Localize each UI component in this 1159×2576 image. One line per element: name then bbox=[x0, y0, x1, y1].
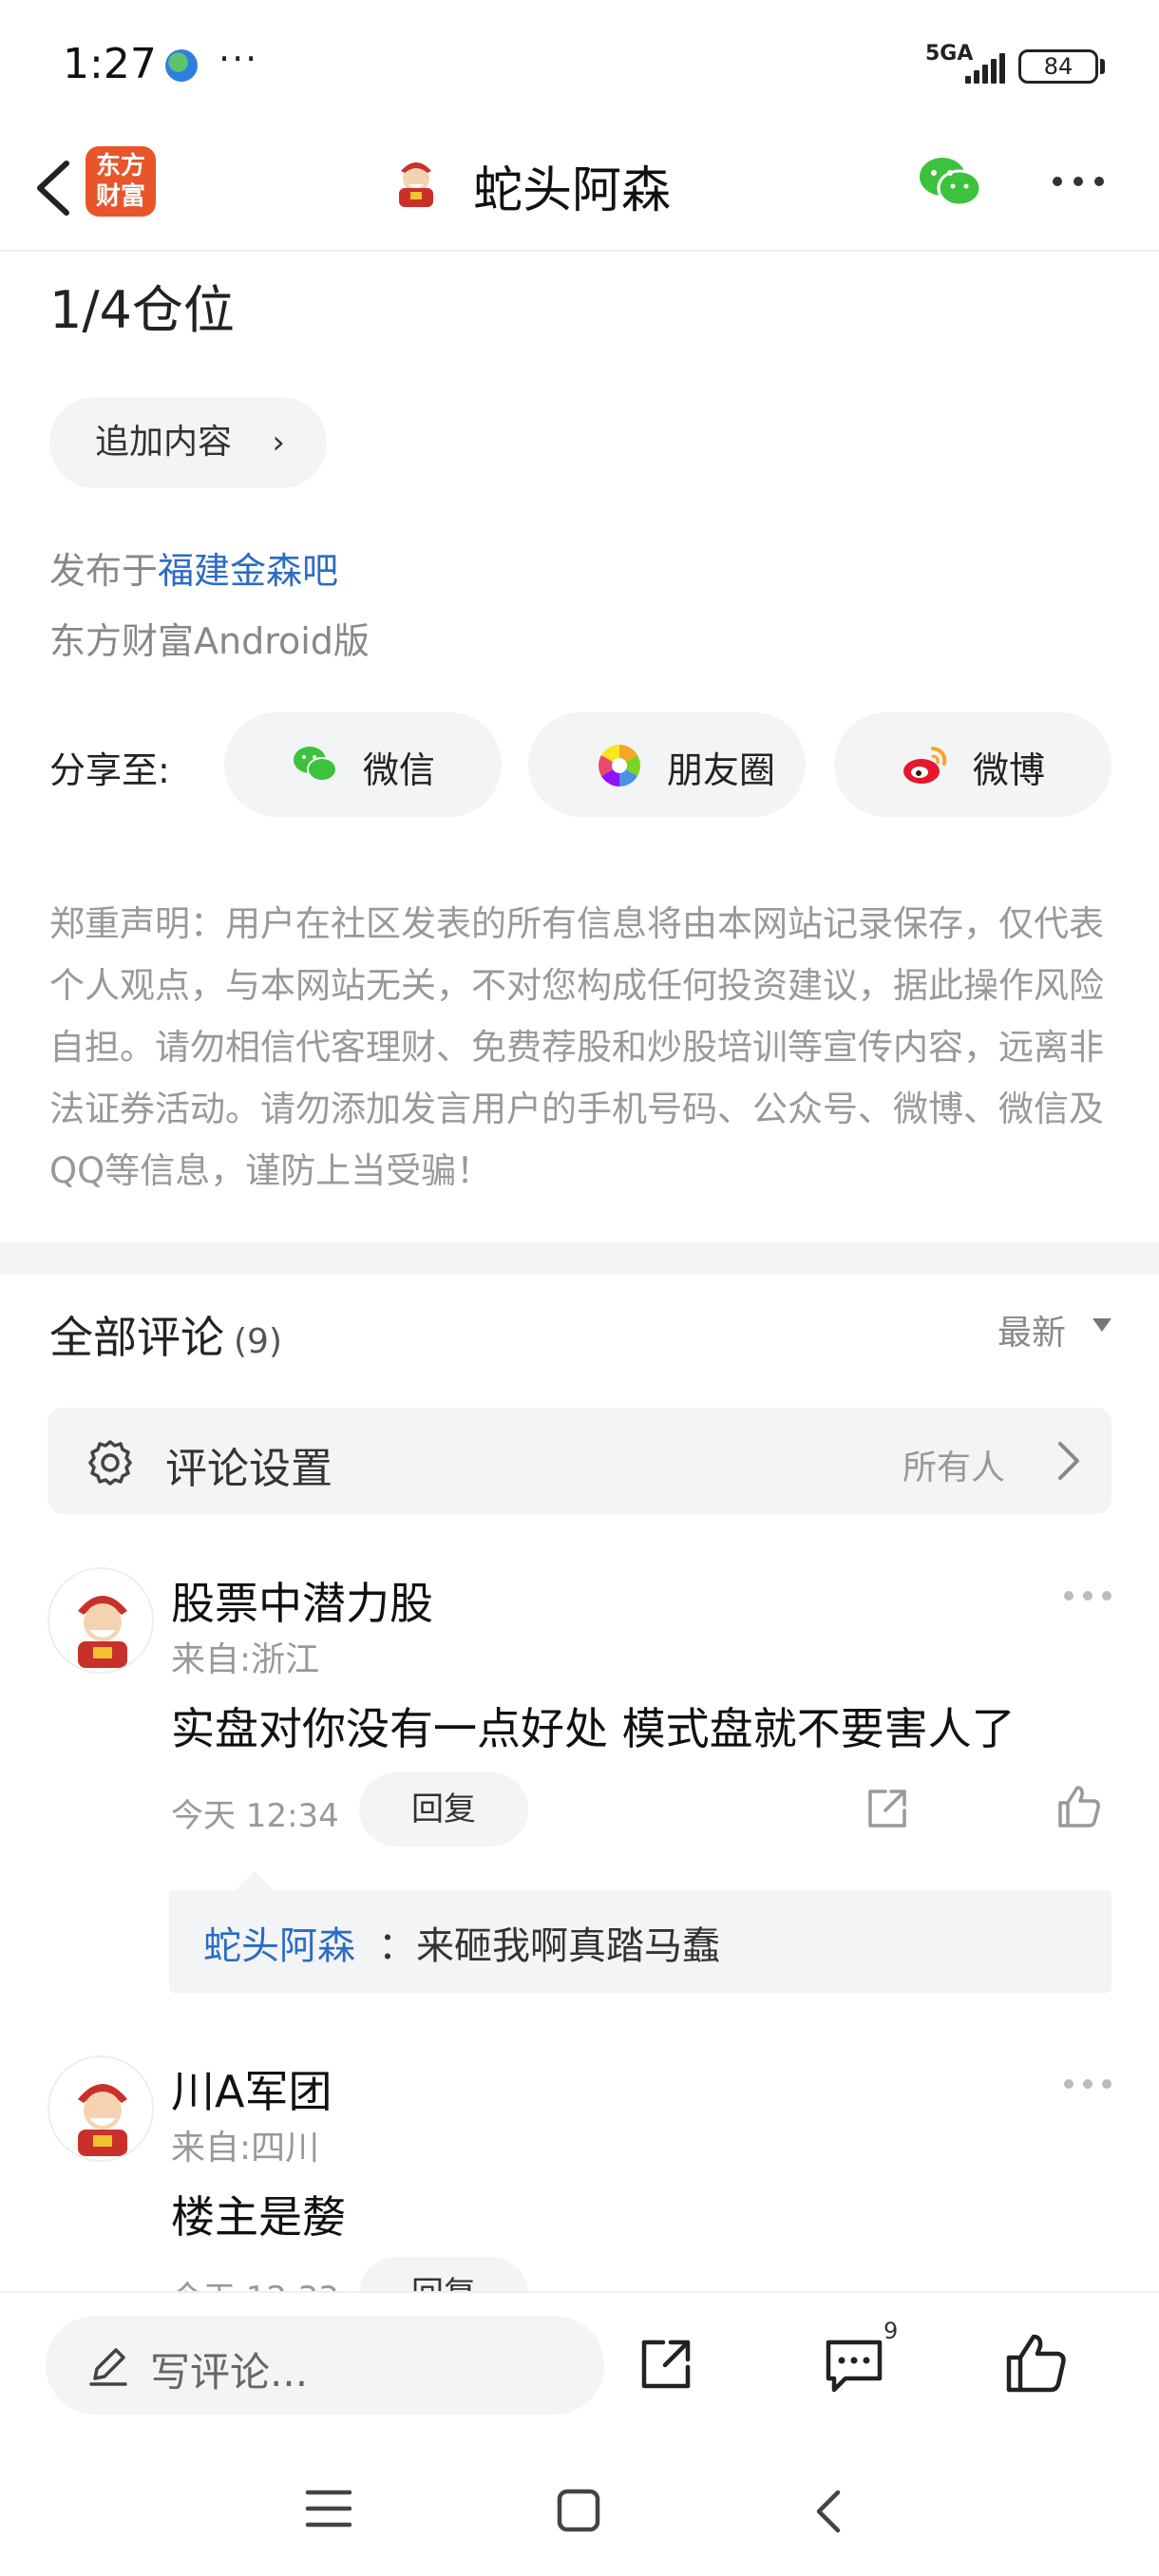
comment-time: 今天 12:34 bbox=[171, 1797, 339, 1835]
comments-heading: 全部评论 (9) bbox=[49, 1303, 282, 1366]
comment-body: 楼主是嫠 bbox=[171, 2191, 346, 2243]
share-weibo-button[interactable]: 微博 bbox=[834, 712, 1112, 817]
bottom-action-bar: 写评论... 9 bbox=[0, 2291, 1159, 2443]
disclaimer: 郑重声明：用户在社区发表的所有信息将由本网站记录保存，仅代表个人观点，与本网站无… bbox=[49, 903, 1104, 1191]
avatar-image bbox=[78, 2084, 127, 2156]
sub-reply-caret bbox=[236, 1871, 274, 1890]
comment-author[interactable]: 川A军团 bbox=[171, 2057, 332, 2120]
moments-icon bbox=[598, 745, 640, 786]
status-bar: 1:27 ··· 5GA 84 bbox=[0, 0, 1159, 133]
weibo-icon bbox=[903, 747, 947, 784]
avatar[interactable] bbox=[48, 1567, 154, 1674]
eastmoney-logo[interactable]: 东方 财富 bbox=[86, 146, 156, 217]
status-time: 1:27 bbox=[63, 40, 157, 88]
comment-author[interactable]: 股票中潜力股 bbox=[171, 1569, 433, 1632]
append-content-label: 追加内容 bbox=[95, 423, 233, 462]
chevron-right-icon: › bbox=[272, 424, 285, 462]
comment-icon[interactable] bbox=[821, 2335, 887, 2396]
share-label: 分享至: bbox=[49, 749, 170, 791]
thumbs-up-icon[interactable] bbox=[1054, 1782, 1104, 1831]
top-header: 东方 财富 蛇头阿森 bbox=[0, 133, 1159, 252]
home-icon[interactable] bbox=[555, 2487, 602, 2534]
avatar-image bbox=[78, 1596, 127, 1668]
status-more-dots: ··· bbox=[218, 38, 259, 80]
author-avatar[interactable] bbox=[386, 150, 446, 211]
client-source: 东方财富Android版 bbox=[49, 620, 370, 662]
section-divider bbox=[0, 1242, 1159, 1275]
published-in: 发布于福建金森吧 bbox=[49, 541, 338, 594]
chevron-left-icon[interactable] bbox=[27, 150, 84, 226]
browser-globe-icon bbox=[165, 49, 198, 82]
chevron-right-icon bbox=[1058, 1442, 1079, 1480]
append-content-button[interactable]: 追加内容 › bbox=[49, 397, 327, 488]
comments-count: (9) bbox=[234, 1322, 282, 1361]
share-icon[interactable] bbox=[863, 1784, 912, 1833]
signal-icon bbox=[965, 51, 1005, 84]
pencil-icon bbox=[89, 2348, 127, 2386]
write-comment-placeholder: 写评论... bbox=[150, 2349, 309, 2396]
sub-reply-text: ：来砸我啊真踏马蠢 bbox=[378, 1924, 720, 1968]
reply-button[interactable]: 回复 bbox=[359, 1772, 528, 1847]
share-weibo-label: 微博 bbox=[973, 749, 1046, 791]
sub-reply[interactable]: 蛇头阿森 ：来砸我啊真踏马蠢 bbox=[169, 1890, 1112, 1993]
share-icon[interactable] bbox=[635, 2333, 697, 2396]
wechat-icon[interactable] bbox=[916, 154, 984, 211]
comment-location: 来自:浙江 bbox=[171, 1640, 320, 1679]
battery-tip bbox=[1100, 59, 1105, 74]
thumbs-up-icon[interactable] bbox=[1003, 2331, 1070, 2396]
page-title: 蛇头阿森 bbox=[473, 162, 672, 219]
comment-body: 实盘对你没有一点好处 模式盘就不要害人了 bbox=[171, 1703, 1016, 1754]
comment-settings-value: 所有人 bbox=[902, 1449, 1006, 1487]
share-wechat-button[interactable]: 微信 bbox=[224, 712, 502, 817]
wechat-icon bbox=[294, 747, 337, 782]
menu-icon[interactable] bbox=[304, 2487, 353, 2530]
comment-settings-label: 评论设置 bbox=[165, 1445, 332, 1493]
share-wechat-label: 微信 bbox=[363, 749, 436, 791]
avatar[interactable] bbox=[48, 2055, 154, 2162]
sort-dropdown[interactable]: 最新 bbox=[998, 1305, 1066, 1354]
comment-more-icon[interactable] bbox=[1062, 1588, 1115, 1603]
share-moments-label: 朋友圈 bbox=[667, 749, 776, 791]
battery-indicator: 84 bbox=[1018, 49, 1098, 84]
back-nav-icon[interactable] bbox=[809, 2487, 847, 2536]
caret-down-icon[interactable] bbox=[1092, 1318, 1112, 1332]
comments-title: 全部评论 bbox=[49, 1312, 224, 1363]
post-content: 1/4仓位 bbox=[49, 280, 235, 340]
share-moments-button[interactable]: 朋友圈 bbox=[528, 712, 806, 817]
system-nav-bar bbox=[0, 2443, 1159, 2576]
more-horizontal-icon[interactable] bbox=[1049, 171, 1110, 190]
gear-icon bbox=[88, 1440, 132, 1486]
sub-reply-author[interactable]: 蛇头阿森 bbox=[203, 1915, 355, 1970]
comment-location: 来自:四川 bbox=[171, 2129, 320, 2168]
stock-bar-link[interactable]: 福建金森吧 bbox=[158, 550, 338, 592]
comment-more-icon[interactable] bbox=[1062, 2076, 1115, 2092]
comment-count-badge: 9 bbox=[884, 2318, 899, 2344]
write-comment-input[interactable]: 写评论... bbox=[46, 2316, 604, 2415]
published-prefix: 发布于 bbox=[49, 550, 159, 592]
comment-settings-row[interactable]: 评论设置 所有人 bbox=[48, 1408, 1112, 1514]
